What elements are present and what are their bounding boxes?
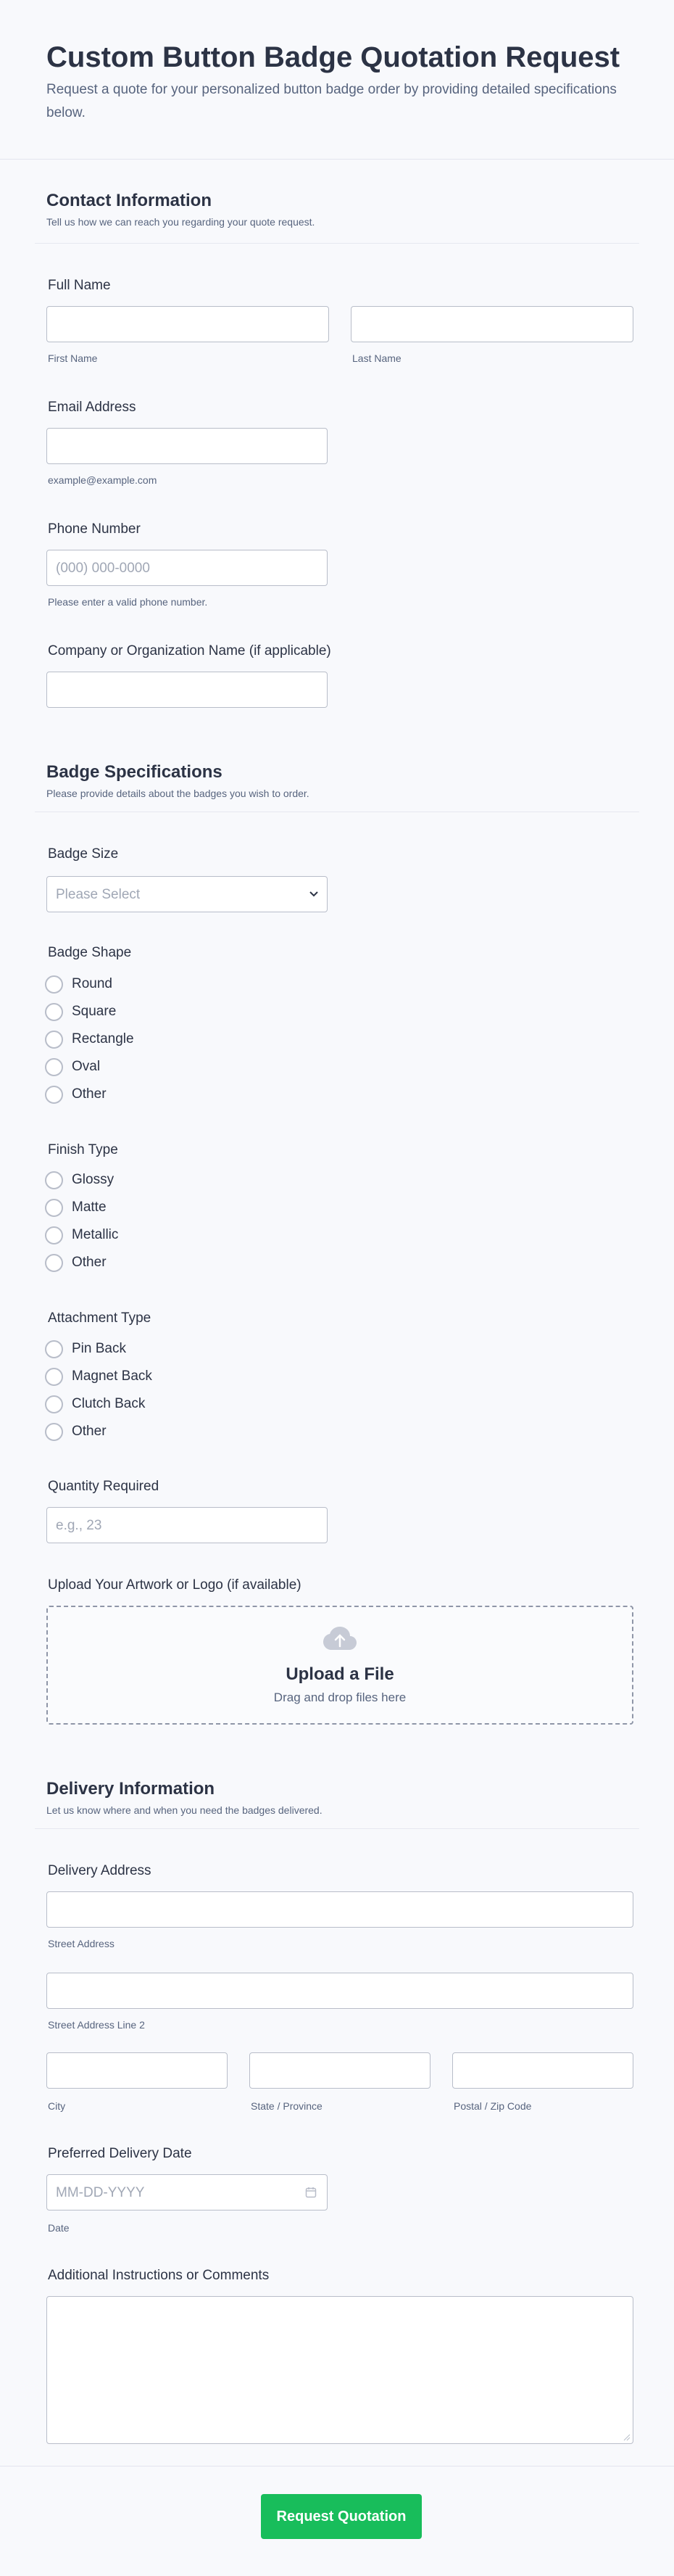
- radio-option[interactable]: Square: [45, 998, 134, 1025]
- date-sublabel: Date: [48, 2222, 70, 2234]
- radio-button[interactable]: [45, 1422, 63, 1441]
- form-footer: Request Quotation: [0, 2466, 674, 2576]
- street-address-sublabel: Street Address: [48, 1938, 115, 1949]
- badge-size-select[interactable]: Please Select: [46, 876, 328, 912]
- zip-sublabel: Postal / Zip Code: [454, 2100, 532, 2112]
- delivery-section: Delivery Information Let us know where a…: [35, 1755, 639, 1829]
- radio-option[interactable]: Magnet Back: [45, 1363, 152, 1390]
- email-label: Email Address: [48, 400, 136, 415]
- badge-size-placeholder: Please Select: [56, 887, 141, 902]
- radio-button[interactable]: [45, 1395, 63, 1413]
- radio-option[interactable]: Oval: [45, 1053, 134, 1081]
- full-name-label: Full Name: [48, 278, 111, 293]
- attachment-type-options: Pin Back Magnet Back Clutch Back Other: [45, 1335, 152, 1445]
- first-name-input[interactable]: [46, 306, 329, 342]
- company-label: Company or Organization Name (if applica…: [48, 643, 331, 659]
- badge-section-head: Badge Specifications Please provide deta…: [35, 737, 639, 812]
- email-field[interactable]: [46, 428, 328, 464]
- radio-option[interactable]: Round: [45, 970, 134, 998]
- radio-button[interactable]: [45, 1226, 63, 1244]
- radio-option[interactable]: Matte: [45, 1194, 118, 1221]
- upload-subtitle: Drag and drop files here: [273, 1690, 407, 1704]
- radio-option[interactable]: Glossy: [45, 1166, 118, 1194]
- contact-section-head: Contact Information Tell us how we can r…: [35, 160, 639, 244]
- badge-size-label: Badge Size: [48, 846, 119, 862]
- radio-option[interactable]: Metallic: [45, 1221, 118, 1249]
- state-input[interactable]: [249, 2052, 430, 2089]
- last-name-sublabel: Last Name: [352, 352, 402, 364]
- form-header: Custom Button Badge Quotation Request Re…: [0, 0, 674, 160]
- quantity-label: Quantity Required: [48, 1479, 159, 1494]
- radio-button[interactable]: [45, 1253, 63, 1272]
- radio-button[interactable]: [45, 1339, 63, 1358]
- radio-option[interactable]: Other: [45, 1081, 134, 1108]
- delivery-date-input[interactable]: MM-DD-YYYY: [46, 2174, 328, 2210]
- radio-option[interactable]: Clutch Back: [45, 1390, 152, 1418]
- radio-button[interactable]: [45, 1030, 63, 1049]
- request-quotation-button[interactable]: Request Quotation: [261, 2494, 422, 2539]
- badge-section: Badge Specifications Please provide deta…: [35, 737, 639, 812]
- radio-button[interactable]: [45, 975, 63, 994]
- resize-handle-icon[interactable]: [623, 2434, 631, 2441]
- street-address-line2-input[interactable]: [46, 1973, 633, 2009]
- cloud-upload-icon: [323, 1627, 357, 1650]
- calendar-icon[interactable]: [305, 2187, 317, 2198]
- company-input[interactable]: [46, 672, 328, 708]
- street-address-input[interactable]: [46, 1891, 633, 1928]
- section-title: Contact Information: [46, 191, 212, 210]
- quantity-placeholder: e.g., 23: [56, 1518, 102, 1533]
- radio-button[interactable]: [45, 1002, 63, 1021]
- section-description: Tell us how we can reach you regarding y…: [46, 216, 315, 228]
- badge-shape-label: Badge Shape: [48, 945, 132, 960]
- phone-input[interactable]: (000) 000-0000: [46, 550, 328, 586]
- last-name-input[interactable]: [351, 306, 633, 342]
- delivery-address-label: Delivery Address: [48, 1863, 151, 1878]
- email-sublabel: example@example.com: [48, 474, 157, 486]
- radio-button[interactable]: [45, 1198, 63, 1217]
- radio-option[interactable]: Rectangle: [45, 1025, 134, 1053]
- radio-button[interactable]: [45, 1171, 63, 1189]
- radio-button[interactable]: [45, 1057, 63, 1076]
- upload-label: Upload Your Artwork or Logo (if availabl…: [48, 1577, 301, 1593]
- page-title: Custom Button Badge Quotation Request: [46, 41, 620, 73]
- comments-textarea[interactable]: [46, 2296, 633, 2444]
- state-sublabel: State / Province: [251, 2100, 323, 2112]
- phone-placeholder: (000) 000-0000: [56, 561, 150, 576]
- finish-type-label: Finish Type: [48, 1142, 118, 1157]
- street-address-line2-sublabel: Street Address Line 2: [48, 2019, 145, 2031]
- zip-input[interactable]: [452, 2052, 633, 2089]
- city-sublabel: City: [48, 2100, 66, 2112]
- attachment-type-label: Attachment Type: [48, 1310, 151, 1326]
- radio-button[interactable]: [45, 1367, 63, 1386]
- finish-type-options: Glossy Matte Metallic Other: [45, 1166, 118, 1276]
- radio-button[interactable]: [45, 1085, 63, 1104]
- delivery-section-head: Delivery Information Let us know where a…: [35, 1755, 639, 1829]
- radio-option[interactable]: Other: [45, 1418, 152, 1445]
- section-description: Let us know where and when you need the …: [46, 1804, 323, 1816]
- phone-sublabel: Please enter a valid phone number.: [48, 596, 208, 608]
- chevron-down-icon: [309, 891, 318, 897]
- comments-label: Additional Instructions or Comments: [48, 2268, 270, 2283]
- badge-shape-options: Round Square Rectangle Oval Other: [45, 970, 134, 1108]
- first-name-sublabel: First Name: [48, 352, 98, 364]
- contact-section: Contact Information Tell us how we can r…: [35, 160, 639, 244]
- quantity-input[interactable]: e.g., 23: [46, 1507, 328, 1543]
- section-title: Delivery Information: [46, 1779, 215, 1799]
- city-input[interactable]: [46, 2052, 228, 2089]
- upload-title: Upload a File: [286, 1664, 394, 1684]
- radio-option[interactable]: Other: [45, 1249, 118, 1276]
- radio-option[interactable]: Pin Back: [45, 1335, 152, 1363]
- delivery-date-label: Preferred Delivery Date: [48, 2146, 192, 2161]
- phone-label: Phone Number: [48, 521, 141, 537]
- date-placeholder: MM-DD-YYYY: [56, 2185, 145, 2200]
- section-title: Badge Specifications: [46, 762, 222, 782]
- file-upload-dropzone[interactable]: Upload a File Drag and drop files here: [46, 1606, 633, 1725]
- page-subtitle: Request a quote for your personalized bu…: [46, 82, 617, 120]
- section-description: Please provide details about the badges …: [46, 788, 309, 799]
